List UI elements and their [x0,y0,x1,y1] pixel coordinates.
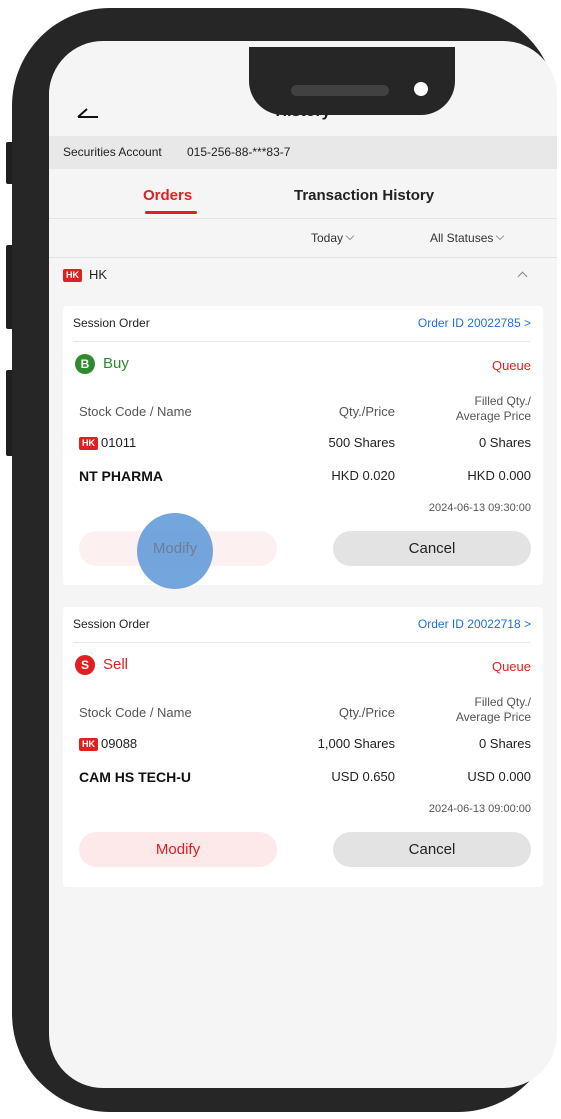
phone-camera [414,82,428,96]
phone-notch [249,47,455,115]
stock-code-value: 01011 [101,435,137,450]
phone-screen: History Securities Account 015-256-88-**… [49,41,557,1088]
tab-orders[interactable]: Orders [143,187,192,204]
column-filled-line2: Average Price [455,710,531,724]
column-stock-header: Stock Code / Name [79,705,192,720]
order-price: HKD 0.020 [331,468,395,483]
order-timestamp: 2024-06-13 09:30:00 [428,502,531,514]
order-id-link[interactable]: Order ID 20022785 > [418,316,531,330]
order-id-link[interactable]: Order ID 20022718 > [418,617,531,631]
hk-market-badge: HK [63,269,82,282]
modify-button-label[interactable]: Modify [137,540,213,557]
account-number: 015-256-88-***83-7 [187,145,291,159]
column-stock-header: Stock Code / Name [79,404,192,419]
hk-market-badge: HK [79,437,98,450]
average-price: USD 0.000 [467,769,531,784]
date-filter-label: Today [311,231,344,245]
market-section-header[interactable] [49,258,557,298]
column-filled-line2: Average Price [455,409,531,423]
order-timestamp: 2024-06-13 09:00:00 [428,803,531,815]
order-qty: 500 Shares [328,435,396,450]
status-filter-label: All Statuses [430,231,494,245]
order-side: Sell [103,656,129,673]
column-qty-price-header: Qty./Price [338,705,395,720]
modify-button[interactable]: Modify [79,832,277,867]
sell-icon: S [75,655,95,675]
order-qty: 1,000 Shares [317,736,395,751]
stock-code: HK 09088 [79,736,137,752]
account-label: Securities Account [63,145,162,159]
card-divider [73,341,531,342]
stock-code: HK 01011 [79,435,136,451]
status-filter[interactable]: All Statuses [430,231,505,245]
cancel-button[interactable]: Cancel [333,832,531,867]
column-filled-line1: Filled Qty./ [474,394,531,408]
order-status: Queue [491,659,531,674]
column-filled-line1: Filled Qty./ [474,695,531,709]
order-card: Session Order Order ID 20022785 > B Buy … [63,306,543,585]
filled-qty: 0 Shares [478,736,531,751]
date-filter[interactable]: Today [311,231,355,245]
filled-qty: 0 Shares [478,435,531,450]
column-qty-price-header: Qty./Price [338,404,395,419]
chevron-down-icon [345,231,355,241]
average-price: HKD 0.000 [467,468,531,483]
column-filled-header: Filled Qty./Average Price [456,695,531,725]
order-side: Buy [103,355,129,372]
stock-code-value: 09088 [101,736,138,751]
stock-name: CAM HS TECH-U [79,769,191,785]
order-price: USD 0.650 [331,769,395,784]
cancel-button[interactable]: Cancel [333,531,531,566]
card-divider [73,642,531,643]
chevron-down-icon [496,231,505,241]
stock-name: NT PHARMA [79,468,163,484]
order-status: Queue [491,358,531,373]
order-type: Session Order [73,617,150,631]
buy-icon: B [75,354,95,374]
column-filled-header: Filled Qty./Average Price [456,394,531,424]
order-card: Session Order Order ID 20022718 > S Sell… [63,607,543,887]
hk-market-badge: HK [79,738,98,751]
phone-speaker [291,85,389,96]
tab-transaction-history[interactable]: Transaction History [294,187,434,204]
tab-active-indicator [145,211,197,214]
order-type: Session Order [73,316,150,330]
market-label: HK [89,267,108,282]
